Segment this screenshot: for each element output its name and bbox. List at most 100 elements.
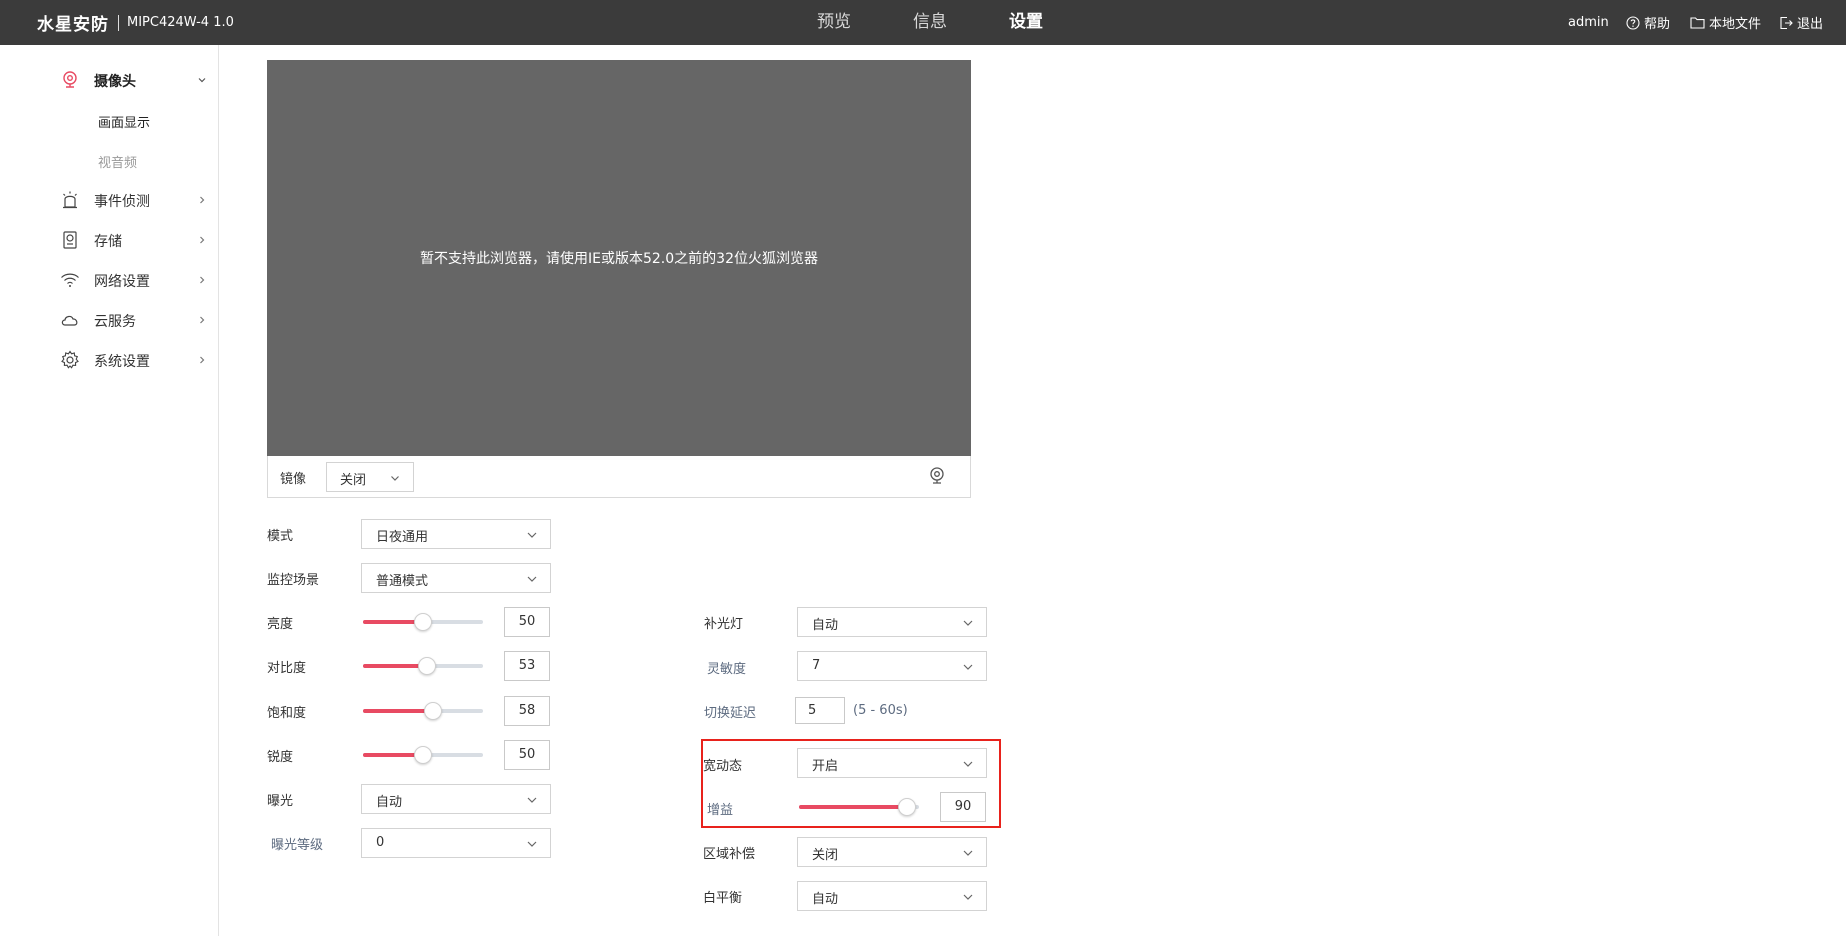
- chevron-right-icon: [200, 276, 205, 284]
- sidebar-item-label: 网络设置: [94, 274, 150, 290]
- local-files-link[interactable]: 本地文件: [1690, 0, 1761, 45]
- mode-select[interactable]: 日夜通用: [361, 519, 551, 549]
- sidebar-item-label: 事件侦测: [94, 194, 150, 210]
- exposure-label: 曝光: [267, 794, 294, 809]
- sharpness-slider[interactable]: [363, 745, 483, 765]
- fill-light-value: 自动: [812, 618, 839, 633]
- user-name[interactable]: admin: [1568, 0, 1609, 45]
- logout-label: 退出: [1797, 17, 1824, 32]
- white-balance-label: 白平衡: [703, 891, 743, 906]
- highlight-box: [701, 739, 1001, 828]
- top-bar: 水星安防 MIPC424W-4 1.0 预览 信息 设置 admin 帮助 本地…: [0, 0, 1846, 45]
- fill-light-label: 补光灯: [704, 617, 744, 632]
- help-label: 帮助: [1644, 17, 1671, 32]
- chevron-right-icon: [200, 356, 205, 364]
- storage-icon: [63, 231, 77, 249]
- help-link[interactable]: 帮助: [1626, 0, 1670, 45]
- scene-label: 监控场景: [267, 573, 320, 588]
- chevron-down-icon: [963, 850, 973, 856]
- sidebar-sub-audio-video[interactable]: 视音频: [98, 152, 137, 171]
- brightness-input[interactable]: 50: [504, 607, 550, 637]
- device-model: MIPC424W-4 1.0: [127, 15, 234, 30]
- fill-light-select[interactable]: 自动: [797, 607, 987, 637]
- exposure-level-label: 曝光等级: [271, 838, 324, 853]
- video-preview: 暂不支持此浏览器，请使用IE或版本52.0之前的32位火狐浏览器: [267, 60, 971, 456]
- chevron-down-icon: [527, 532, 537, 538]
- mirror-select[interactable]: 关闭: [326, 462, 414, 492]
- sidebar-item-label: 摄像头: [94, 74, 136, 90]
- chevron-right-icon: [200, 196, 205, 204]
- saturation-slider[interactable]: [363, 701, 483, 721]
- sensitivity-value: 7: [812, 658, 821, 673]
- help-icon: [1626, 15, 1640, 30]
- contrast-slider[interactable]: [363, 656, 483, 676]
- nav-info[interactable]: 信息: [913, 0, 947, 45]
- nav-preview[interactable]: 预览: [817, 0, 851, 45]
- sidebar: 摄像头 画面显示 视音频 事件侦测 存储 网络设置 云服务 系统设置: [0, 45, 219, 936]
- sensitivity-select[interactable]: 7: [797, 651, 987, 681]
- local-files-label: 本地文件: [1709, 17, 1762, 32]
- chevron-down-icon: [391, 476, 399, 481]
- contrast-label: 对比度: [267, 661, 307, 676]
- chevron-down-icon: [527, 576, 537, 582]
- sharpness-label: 锐度: [267, 750, 294, 765]
- chevron-down-icon: [963, 620, 973, 626]
- blc-label: 区域补偿: [703, 847, 756, 862]
- sidebar-item-cloud[interactable]: 云服务: [0, 305, 219, 335]
- white-balance-select[interactable]: 自动: [797, 881, 987, 911]
- sidebar-item-event[interactable]: 事件侦测: [0, 185, 219, 215]
- brand-divider: [118, 14, 119, 31]
- chevron-down-icon: [963, 664, 973, 670]
- switch-delay-range: (5 - 60s): [853, 703, 908, 718]
- brightness-label: 亮度: [267, 617, 294, 632]
- chevron-down-icon: [963, 894, 973, 900]
- blc-select[interactable]: 关闭: [797, 837, 987, 867]
- saturation-label: 饱和度: [267, 706, 307, 721]
- slider-fill: [363, 709, 433, 713]
- mirror-label: 镜像: [280, 472, 307, 487]
- mirror-value: 关闭: [340, 473, 367, 488]
- sidebar-sub-display[interactable]: 画面显示: [98, 112, 150, 131]
- sidebar-item-network[interactable]: 网络设置: [0, 265, 219, 295]
- exposure-level-value: 0: [376, 835, 385, 850]
- mode-value: 日夜通用: [376, 530, 429, 545]
- camera-icon: [63, 71, 77, 88]
- blc-value: 关闭: [812, 848, 839, 863]
- sensitivity-label: 灵敏度: [707, 662, 747, 677]
- brand: 水星安防 MIPC424W-4 1.0: [37, 0, 234, 45]
- logout-link[interactable]: 退出: [1779, 0, 1823, 45]
- chevron-down-icon: [198, 78, 206, 83]
- brand-name: 水星安防: [37, 15, 109, 35]
- exposure-level-select[interactable]: 0: [361, 828, 551, 858]
- sidebar-item-camera[interactable]: 摄像头: [0, 65, 219, 95]
- nav-settings[interactable]: 设置: [1009, 0, 1043, 45]
- switch-delay-input[interactable]: 5: [795, 697, 845, 724]
- chevron-right-icon: [200, 236, 205, 244]
- chevron-down-icon: [527, 797, 537, 803]
- saturation-input[interactable]: 58: [504, 696, 550, 726]
- exposure-select[interactable]: 自动: [361, 784, 551, 814]
- folder-icon: [1690, 17, 1705, 29]
- snapshot-camera-icon[interactable]: [927, 466, 947, 486]
- unsupported-browser-message: 暂不支持此浏览器，请使用IE或版本52.0之前的32位火狐浏览器: [420, 251, 818, 267]
- exposure-value: 自动: [376, 795, 403, 810]
- scene-select[interactable]: 普通模式: [361, 563, 551, 593]
- wifi-icon: [61, 273, 79, 287]
- slider-knob[interactable]: [423, 702, 442, 720]
- white-balance-value: 自动: [812, 892, 839, 907]
- mode-label: 模式: [267, 529, 294, 544]
- slider-knob[interactable]: [414, 613, 432, 631]
- user-name-label: admin: [1568, 15, 1609, 30]
- contrast-input[interactable]: 53: [504, 651, 550, 681]
- switch-delay-label: 切换延迟: [704, 706, 757, 721]
- chevron-right-icon: [200, 316, 205, 324]
- sidebar-item-storage[interactable]: 存储: [0, 225, 219, 255]
- scene-value: 普通模式: [376, 574, 429, 589]
- sidebar-item-label: 云服务: [94, 314, 136, 330]
- sharpness-input[interactable]: 50: [504, 740, 550, 770]
- slider-knob[interactable]: [414, 746, 432, 764]
- sidebar-item-system[interactable]: 系统设置: [0, 345, 219, 375]
- brightness-slider[interactable]: [363, 612, 483, 632]
- slider-knob[interactable]: [417, 657, 436, 675]
- cloud-icon: [61, 315, 78, 326]
